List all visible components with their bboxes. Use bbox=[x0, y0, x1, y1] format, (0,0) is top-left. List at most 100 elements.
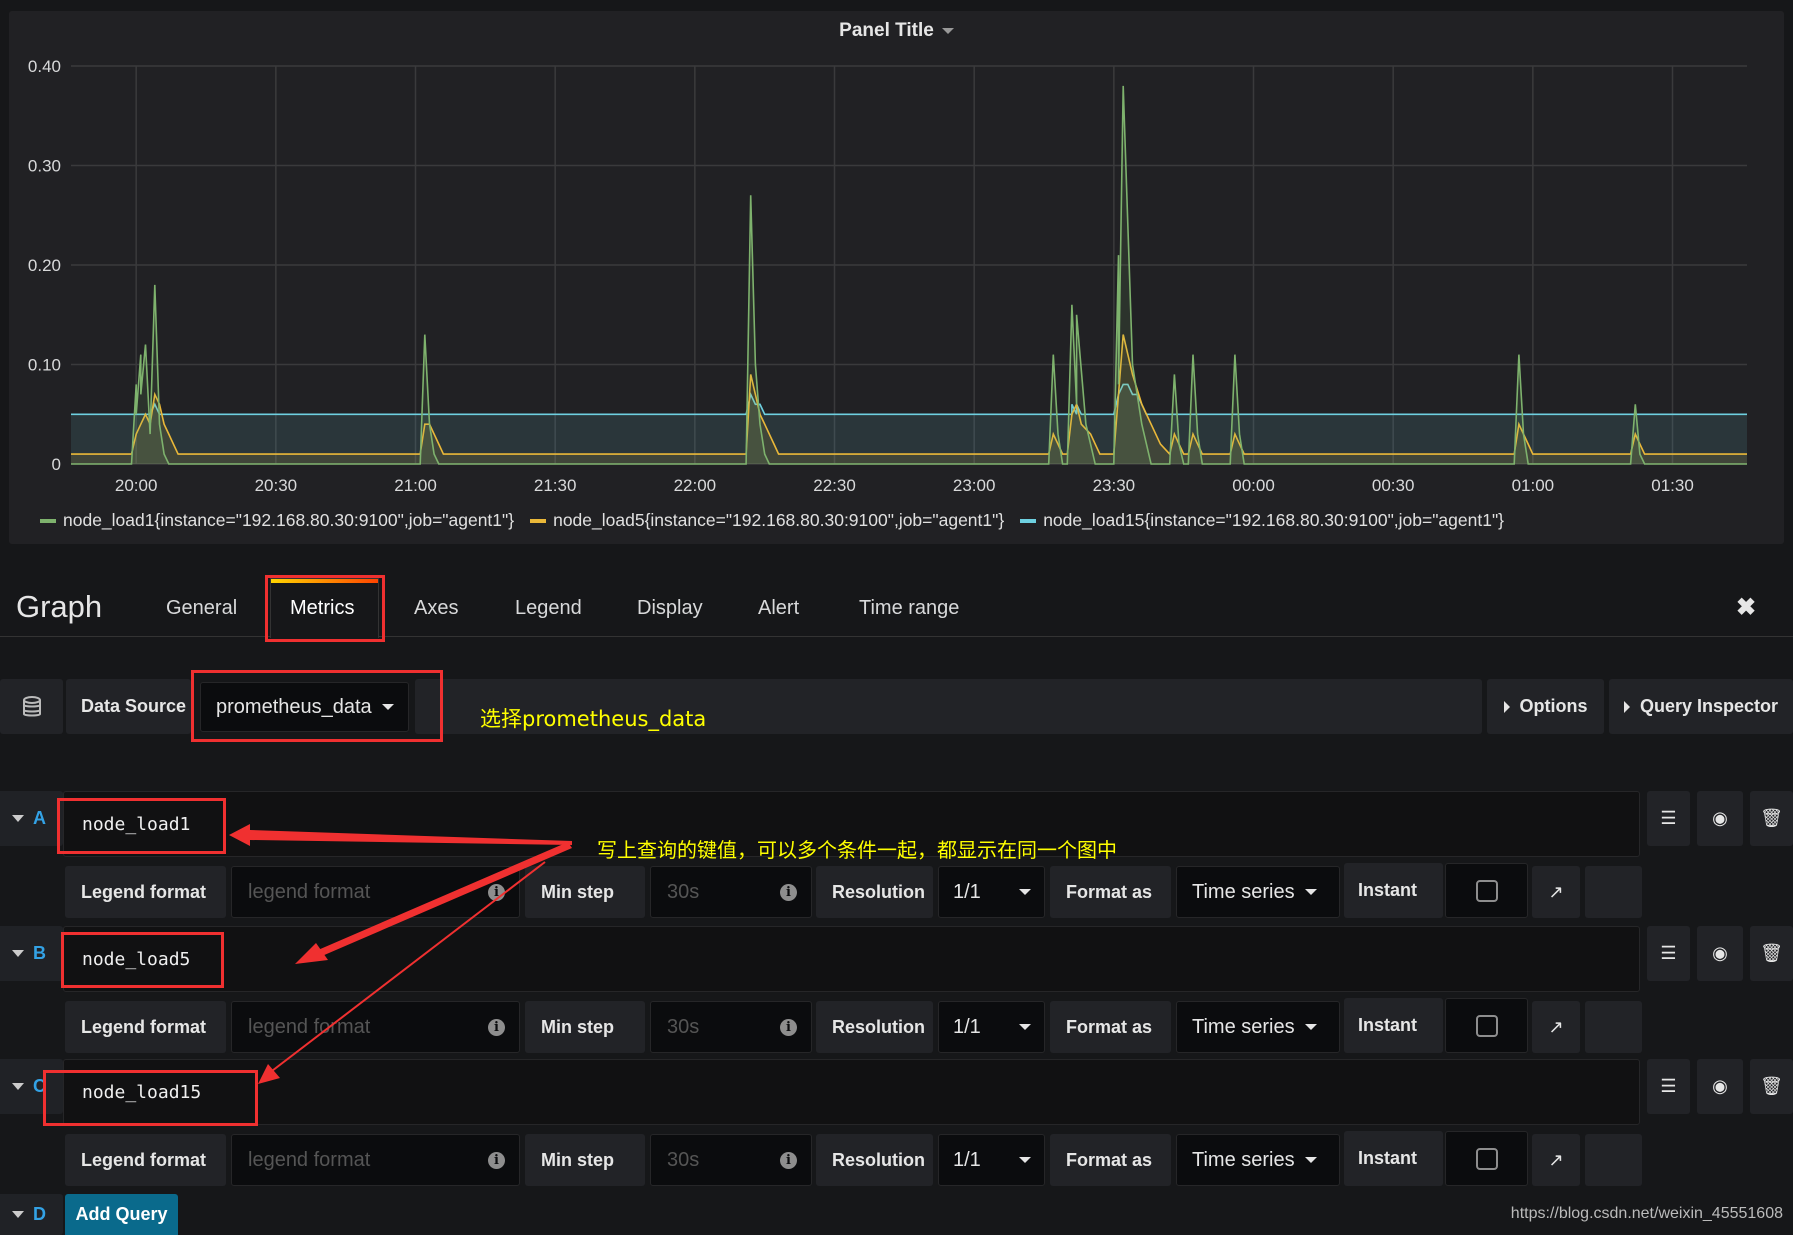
tab-alert[interactable]: Alert bbox=[758, 597, 799, 620]
instant-checkbox-cell bbox=[1445, 998, 1528, 1053]
resolution-select[interactable]: 1/1 bbox=[938, 1134, 1045, 1186]
instant-checkbox[interactable] bbox=[1475, 879, 1498, 902]
menu-icon[interactable]: ☰ bbox=[1647, 791, 1690, 846]
options-filler bbox=[1585, 866, 1642, 918]
min-step-label: Min step bbox=[525, 1134, 645, 1186]
query-inspector-button[interactable]: Query Inspector bbox=[1609, 679, 1793, 734]
caret-down-icon bbox=[1019, 1157, 1031, 1163]
format-as-select[interactable]: Time series bbox=[1176, 866, 1340, 918]
resolution-select[interactable]: 1/1 bbox=[938, 866, 1045, 918]
query-editor-b[interactable]: node_load5 bbox=[63, 926, 1640, 992]
resolution-value: 1/1 bbox=[953, 1015, 981, 1038]
x-tick-label: 20:00 bbox=[115, 476, 158, 495]
trash-icon[interactable]: 🗑 bbox=[1750, 791, 1793, 846]
menu-icon[interactable]: ☰ bbox=[1647, 1059, 1690, 1114]
tab-legend[interactable]: Legend bbox=[515, 597, 582, 620]
info-icon[interactable]: i bbox=[780, 1018, 797, 1036]
format-as-label: Format as bbox=[1050, 866, 1171, 918]
collapse-icon bbox=[12, 815, 24, 822]
legend-format-placeholder: legend format bbox=[248, 880, 371, 903]
min-step-placeholder: 30s bbox=[667, 1015, 700, 1038]
share-icon[interactable]: ↗ bbox=[1532, 1134, 1580, 1186]
time-series-chart: 0 0.10 0.20 0.30 0.40 20:00 20:30 21:00 21:30 22:… bbox=[28, 57, 1747, 495]
collapse-icon bbox=[12, 1211, 24, 1218]
add-query-button[interactable]: Add Query bbox=[65, 1194, 178, 1235]
min-step-input[interactable]: 30s i bbox=[650, 1001, 812, 1053]
tab-display[interactable]: Display bbox=[637, 597, 703, 620]
annotation-box-query-a bbox=[57, 798, 226, 854]
format-as-label: Format as bbox=[1050, 1134, 1171, 1186]
close-icon[interactable]: ✖ bbox=[1736, 593, 1756, 622]
annotation-box-query-b bbox=[61, 932, 224, 988]
trash-icon[interactable]: 🗑 bbox=[1750, 926, 1793, 981]
info-icon[interactable]: i bbox=[780, 1151, 797, 1169]
caret-down-icon bbox=[1304, 889, 1317, 895]
x-tick-label: 21:30 bbox=[534, 476, 577, 495]
format-value: Time series bbox=[1192, 1015, 1295, 1038]
legend-item-load5[interactable]: node_load5{instance="192.168.80.30:9100"… bbox=[530, 510, 1004, 531]
query-letter-b[interactable]: B bbox=[0, 926, 63, 981]
x-tick-label: 20:30 bbox=[255, 476, 298, 495]
info-icon[interactable]: i bbox=[780, 883, 797, 901]
info-icon[interactable]: i bbox=[488, 1151, 505, 1169]
resolution-label: Resolution bbox=[816, 1001, 933, 1053]
min-step-input[interactable]: 30s i bbox=[650, 1134, 812, 1186]
legend-format-input[interactable]: legend format i bbox=[231, 866, 520, 918]
x-tick-label: 00:30 bbox=[1372, 476, 1415, 495]
legend-label: node_load1{instance="192.168.80.30:9100"… bbox=[63, 510, 515, 530]
legend-item-load1[interactable]: node_load1{instance="192.168.80.30:9100"… bbox=[40, 510, 514, 531]
legend-item-load15[interactable]: node_load15{instance="192.168.80.30:9100… bbox=[1020, 510, 1504, 531]
annotation-box-query-c bbox=[43, 1070, 258, 1126]
x-tick-label: 22:30 bbox=[813, 476, 856, 495]
info-icon[interactable]: i bbox=[488, 1018, 505, 1036]
y-tick-label: 0.10 bbox=[28, 356, 61, 375]
format-as-select[interactable]: Time series bbox=[1176, 1134, 1340, 1186]
tab-time-range[interactable]: Time range bbox=[859, 597, 959, 620]
options-button[interactable]: Options bbox=[1487, 679, 1604, 734]
resolution-label: Resolution bbox=[816, 1134, 933, 1186]
y-tick-label: 0.20 bbox=[28, 256, 61, 275]
eye-icon[interactable]: ◉ bbox=[1697, 1059, 1743, 1114]
options-filler bbox=[1585, 1134, 1642, 1186]
format-as-select[interactable]: Time series bbox=[1176, 1001, 1340, 1053]
legend-label: node_load5{instance="192.168.80.30:9100"… bbox=[553, 510, 1005, 530]
resolution-label: Resolution bbox=[816, 866, 933, 918]
share-icon[interactable]: ↗ bbox=[1532, 1001, 1580, 1053]
caret-down-icon bbox=[1019, 1024, 1031, 1030]
resolution-select[interactable]: 1/1 bbox=[938, 1001, 1045, 1053]
instant-checkbox[interactable] bbox=[1475, 1014, 1498, 1037]
y-tick-label: 0.30 bbox=[28, 157, 61, 176]
min-step-label: Min step bbox=[525, 1001, 645, 1053]
query-letter-d[interactable]: D bbox=[0, 1194, 63, 1235]
annotation-box-metrics bbox=[265, 575, 385, 642]
legend-format-placeholder: legend format bbox=[248, 1148, 371, 1171]
format-value: Time series bbox=[1192, 1148, 1295, 1171]
trash-icon[interactable]: 🗑 bbox=[1750, 1059, 1793, 1114]
min-step-input[interactable]: 30s i bbox=[650, 866, 812, 918]
editor-title: Graph bbox=[16, 589, 103, 624]
annotation-datasource-note: 选择prometheus_data bbox=[480, 707, 707, 731]
tab-axes[interactable]: Axes bbox=[414, 597, 458, 620]
share-icon[interactable]: ↗ bbox=[1532, 866, 1580, 918]
query-letter-a[interactable]: A bbox=[0, 791, 63, 846]
letter-label: B bbox=[33, 943, 46, 963]
instant-checkbox[interactable] bbox=[1475, 1147, 1498, 1170]
instant-label: Instant bbox=[1344, 998, 1443, 1053]
letter-label: D bbox=[33, 1204, 46, 1224]
watermark: https://blog.csdn.net/weixin_45551608 bbox=[1510, 1205, 1783, 1222]
tab-general[interactable]: General bbox=[166, 597, 237, 620]
min-step-placeholder: 30s bbox=[667, 880, 700, 903]
legend-format-input[interactable]: legend format i bbox=[231, 1134, 520, 1186]
legend-format-input[interactable]: legend format i bbox=[231, 1001, 520, 1053]
query-editor-c[interactable]: node_load15 bbox=[63, 1059, 1640, 1125]
menu-icon[interactable]: ☰ bbox=[1647, 926, 1690, 981]
eye-icon[interactable]: ◉ bbox=[1697, 791, 1743, 846]
info-icon[interactable]: i bbox=[488, 883, 505, 901]
options-label: Options bbox=[1519, 696, 1588, 716]
legend-format-placeholder: legend format bbox=[248, 1015, 371, 1038]
caret-right-icon bbox=[1503, 700, 1510, 713]
instant-checkbox-cell bbox=[1445, 1131, 1528, 1186]
query-inspector-label: Query Inspector bbox=[1639, 696, 1779, 716]
collapse-icon bbox=[12, 950, 24, 957]
eye-icon[interactable]: ◉ bbox=[1697, 926, 1743, 981]
